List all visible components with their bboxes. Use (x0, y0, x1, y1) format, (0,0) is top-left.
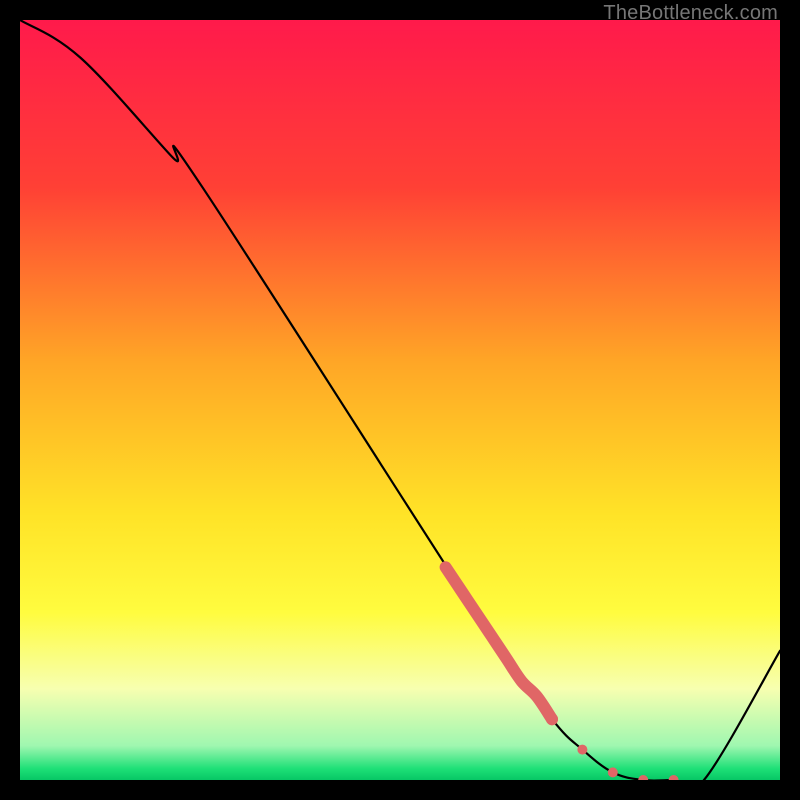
chart-dot (546, 713, 558, 725)
chart-dot (608, 767, 618, 777)
chart-background (20, 20, 780, 780)
watermark-text: TheBottleneck.com (603, 2, 778, 25)
chart-dot (577, 745, 587, 755)
bottleneck-chart (20, 20, 780, 780)
